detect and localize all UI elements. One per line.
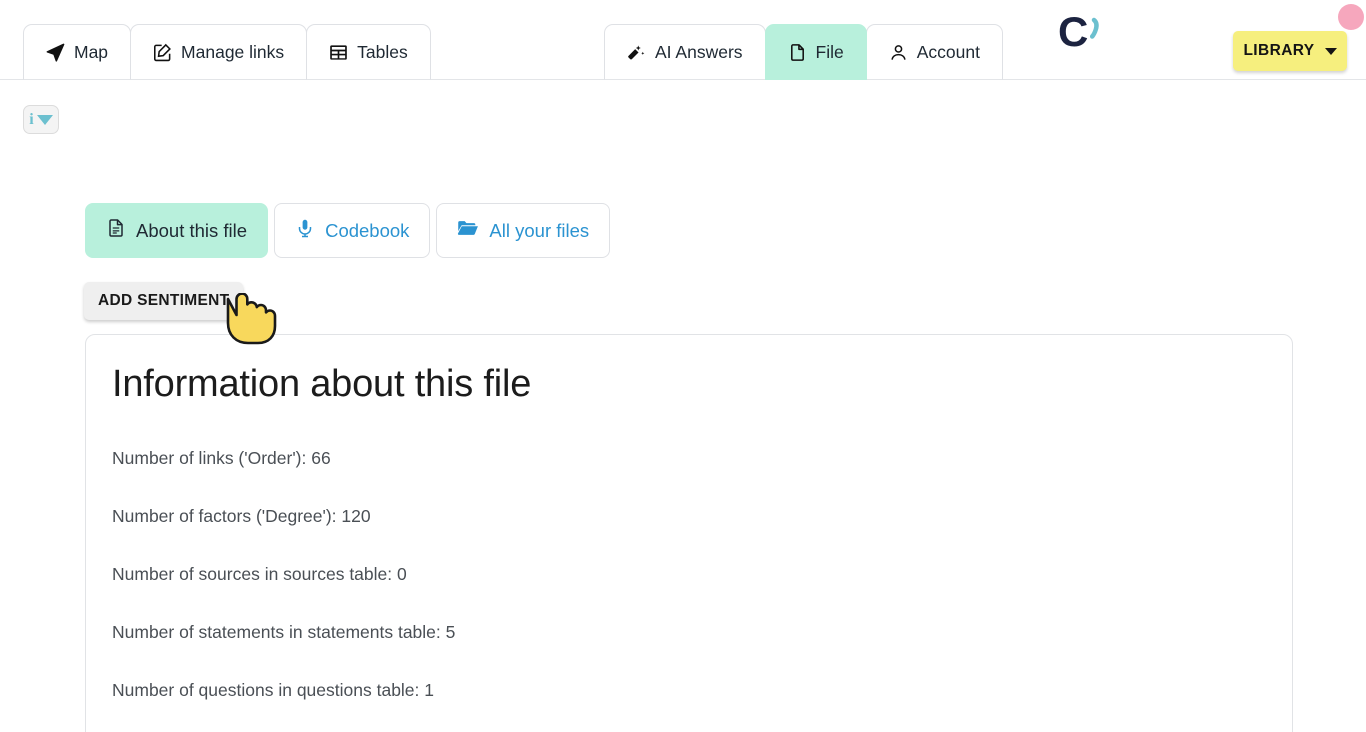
nav-tab-tables-label: Tables (357, 41, 408, 62)
card-title: Information about this file (112, 363, 532, 405)
info-line-sources: Number of sources in sources table: 0 (112, 564, 407, 584)
svg-text:C: C (1058, 8, 1088, 55)
nav-tab-ai-answers-label: AI Answers (655, 41, 743, 62)
subtab-codebook-label: Codebook (325, 219, 410, 241)
subtab-all-your-files[interactable]: All your files (436, 203, 611, 258)
nav-tab-account-label: Account (916, 41, 980, 62)
nav-tab-tables[interactable]: Tables (306, 24, 431, 80)
add-sentiment-button[interactable]: ADD SENTIMENT (84, 282, 244, 320)
nav-tab-manage-links[interactable]: Manage links (130, 24, 308, 80)
magic-wand-icon (627, 43, 646, 62)
navigation-arrow-icon (46, 43, 65, 62)
chevron-down-icon (1324, 47, 1337, 55)
primary-nav-tabs-left: Map Manage links Tables (23, 24, 431, 80)
nav-tab-file[interactable]: File (764, 24, 867, 80)
subtab-about-this-file-label: About this file (136, 219, 248, 241)
info-line-statements: Number of statements in statements table… (112, 622, 456, 642)
subtab-about-this-file[interactable]: About this file (85, 203, 269, 258)
subtab-all-your-files-label: All your files (489, 219, 590, 241)
brand-logo[interactable]: C (1058, 8, 1110, 58)
pencil-square-icon (153, 43, 172, 62)
info-line-factors: Number of factors ('Degree'): 120 (112, 506, 371, 526)
microphone-icon (295, 218, 315, 243)
info-line-links: Number of links ('Order'): 66 (112, 448, 331, 468)
nav-tab-map-label: Map (74, 41, 109, 62)
file-information-card: Information about this file Number of li… (85, 334, 1293, 732)
file-text-icon (106, 218, 126, 243)
person-icon (889, 43, 908, 62)
nav-tab-file-label: File (815, 41, 844, 62)
info-letter-icon: i (29, 110, 34, 128)
file-section-tabs: About this file Codebook All your files (85, 203, 611, 258)
info-dropdown-toggle[interactable]: i (23, 105, 59, 134)
table-grid-icon (329, 43, 348, 62)
info-line-questions: Number of questions in questions table: … (112, 680, 434, 700)
primary-nav-tabs-mid: AI Answers File Account (604, 24, 1003, 80)
folder-open-icon (457, 218, 479, 243)
nav-tab-map[interactable]: Map (23, 24, 132, 80)
nav-tab-account[interactable]: Account (865, 24, 1003, 80)
library-dropdown-button[interactable]: LIBRARY (1233, 31, 1347, 71)
library-button-label: LIBRARY (1243, 42, 1315, 59)
subtab-codebook[interactable]: Codebook (274, 203, 431, 258)
nav-tab-ai-answers[interactable]: AI Answers (604, 24, 766, 80)
nav-tab-manage-links-label: Manage links (181, 41, 285, 62)
top-navigation-bar: Map Manage links Tables AI Answers File … (0, 0, 1366, 80)
app-root: Map Manage links Tables AI Answers File … (0, 0, 1366, 732)
notification-dot[interactable] (1338, 4, 1364, 30)
file-document-icon (788, 43, 807, 62)
triangle-down-icon (36, 114, 53, 125)
